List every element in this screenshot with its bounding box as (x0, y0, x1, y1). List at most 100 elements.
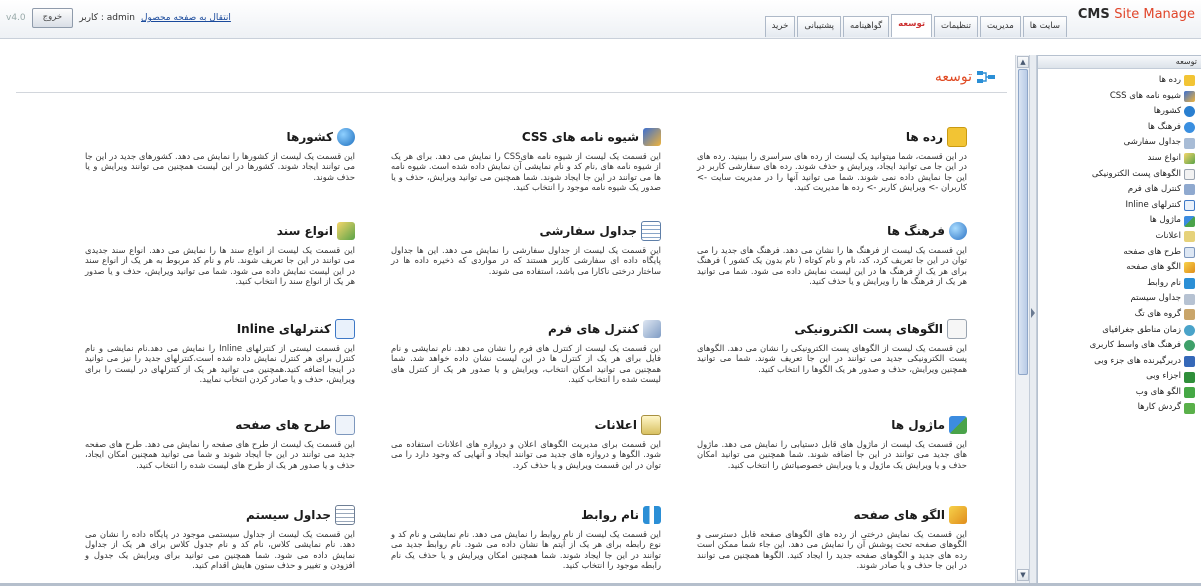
card-description: این قسمت یک لیست از کشورها را نمایش می د… (85, 151, 355, 182)
table-icon (641, 221, 661, 241)
card-modules: ماژول ها این قسمت یک لیست از ماژول های ق… (697, 414, 967, 470)
sidebar-item-label: اعلانات (1155, 230, 1181, 241)
sidebar-item-tag-groups[interactable]: گروه های تگ (1038, 307, 1195, 323)
card-title[interactable]: کنترلهای Inline (237, 322, 331, 336)
scroll-down-icon[interactable]: ▼ (1017, 569, 1029, 581)
tab-settings[interactable]: تنظیمات (934, 16, 978, 37)
card-description: این قسمت یک لیست از فرهنگ ها را نشان می … (697, 245, 967, 286)
card-title[interactable]: رده ها (906, 130, 943, 144)
tag-icon (1184, 309, 1195, 321)
card-title[interactable]: کنترل های فرم (548, 322, 639, 336)
tab-development[interactable]: توسعه (891, 14, 933, 37)
card-css-stylesheets: شیوه نامه های CSS این قسمت یک لیست از شی… (391, 126, 661, 192)
card-description: این قسمت لیستی از کنترلهای Inline را نما… (85, 343, 355, 384)
globe-icon (949, 222, 967, 240)
card-system-tables: جداول سیستم این قسمت یک لیست از جداول سی… (85, 504, 355, 570)
card-description: این قسمت یک لیست از کنترل های فرم را نشا… (391, 343, 661, 384)
card-title[interactable]: جداول سفارشی (539, 224, 637, 238)
pane-splitter[interactable] (1029, 55, 1037, 583)
card-title[interactable]: شیوه نامه های CSS (522, 130, 639, 144)
card-title[interactable]: جداول سیستم (246, 508, 331, 522)
card-page-layouts: طرح های صفحه این قسمت یک لیست از طرح های… (85, 414, 355, 470)
clock-icon (1184, 324, 1195, 336)
card-title[interactable]: انواع سند (277, 224, 333, 238)
sidebar-item-label: جداول سیستم (1130, 293, 1181, 304)
sidebar-item-label: رده ها (1158, 75, 1181, 85)
globe-icon (1184, 122, 1195, 134)
layout-icon (1184, 246, 1195, 258)
sidebar-item-custom-tables[interactable]: جداول سفارشی (1038, 135, 1195, 151)
sidebar-item-css-stylesheets[interactable]: شیوه نامه های CSS (1038, 89, 1195, 105)
sidebar-item-label: کنترل های فرم (1127, 184, 1181, 195)
sidebar-item-webpart-containers[interactable]: دربرگیرنده های جزء وبی (1038, 354, 1195, 370)
tab-buy[interactable]: خرید (764, 16, 796, 37)
card-title[interactable]: اعلانات (595, 418, 638, 432)
sidebar-item-notifications[interactable]: اعلانات (1038, 229, 1195, 245)
brand-site: Site Manage (1114, 7, 1195, 22)
folder-icon (947, 127, 967, 147)
card-description: این قسمت یک لیست از شیوه نامه هایCSS را … (391, 151, 662, 192)
development-icon (977, 71, 995, 83)
sidebar-item-web-templates[interactable]: الگو های وب (1038, 385, 1195, 401)
inline-control-icon (335, 319, 355, 339)
collapse-arrow-icon[interactable] (1031, 308, 1035, 318)
card-title[interactable]: کشورها (287, 130, 333, 144)
sidebar-item-countries[interactable]: کشورها (1038, 104, 1195, 120)
card-title[interactable]: الگوهای پست الکترونیکی (794, 322, 943, 336)
card-title[interactable]: فرهنگ ها (887, 224, 945, 238)
sidebar-item-label: گردش کارها (1137, 402, 1181, 413)
logout-button[interactable]: خروج (31, 8, 74, 28)
sidebar-item-label: اجزاء وبی (1146, 371, 1181, 382)
card-title[interactable]: نام روابط (581, 508, 639, 522)
sidebar-item-label: شیوه نامه های CSS (1109, 90, 1181, 101)
sidebar-item-inline-controls[interactable]: کنترلهای Inline (1038, 198, 1195, 214)
scroll-up-icon[interactable]: ▲ (1017, 56, 1029, 68)
scroll-thumb[interactable] (1018, 69, 1028, 375)
sidebar-item-label: فرهنگ های واسط کاربری (1089, 340, 1181, 351)
card-title[interactable]: طرح های صفحه (235, 418, 331, 432)
sidebar-item-label: طرح های صفحه (1123, 246, 1181, 257)
sidebar-item-document-types[interactable]: انواع سند (1038, 151, 1195, 167)
notification-icon (641, 415, 661, 435)
sidebar-item-page-templates[interactable]: الگو های صفحه (1038, 260, 1195, 276)
version-label: v4.0 (6, 13, 26, 23)
card-categories: رده ها در این قسمت، شما میتوانید یک لیست… (697, 126, 967, 192)
main-scrollbar[interactable]: ▲ ▼ (1015, 55, 1030, 583)
relation-icon (1184, 278, 1195, 290)
sidebar-item-page-layouts[interactable]: طرح های صفحه (1038, 245, 1195, 261)
inline-control-icon (1184, 200, 1195, 212)
sidebar-item-form-controls[interactable]: کنترل های فرم (1038, 182, 1195, 198)
document-icon (1184, 153, 1195, 165)
brush-icon (643, 128, 661, 146)
app-logo: CMS Site Manage (1078, 7, 1195, 22)
template-icon (949, 506, 967, 524)
sidebar-item-ui-cultures[interactable]: فرهنگ های واسط کاربری (1038, 338, 1195, 354)
tab-sites[interactable]: سایت ها (1022, 16, 1067, 37)
sidebar-item-label: دربرگیرنده های جزء وبی (1094, 355, 1181, 366)
card-description: این قسمت یک لیست از جداول سفارشی را نمای… (391, 245, 661, 276)
sidebar-item-webparts[interactable]: اجزاء وبی (1038, 369, 1195, 385)
sidebar-item-categories[interactable]: رده ها (1038, 73, 1195, 89)
sidebar-item-email-templates[interactable]: الگوهای پست الکترونیکی (1038, 167, 1195, 183)
home-link[interactable]: انتقال به صفحه محصول (141, 13, 231, 23)
card-title[interactable]: ماژول ها (891, 418, 945, 432)
card-description: این قسمت برای مدیریت الگوهای اعلان و درو… (391, 439, 661, 470)
sidebar-list: رده ها شیوه نامه های CSS کشورها فرهنگ ها… (1038, 69, 1201, 416)
sidebar-item-system-tables[interactable]: جداول سیستم (1038, 291, 1195, 307)
sidebar-item-relationship-names[interactable]: نام روابط (1038, 276, 1195, 292)
sidebar-item-time-zones[interactable]: زمان مناطق جغرافیای (1038, 323, 1195, 339)
tab-support[interactable]: پشتیبانی (797, 16, 842, 37)
sidebar-item-cultures[interactable]: فرهنگ ها (1038, 120, 1195, 136)
brand-cms: CMS (1077, 7, 1110, 22)
sidebar-item-modules[interactable]: ماژول ها (1038, 213, 1195, 229)
card-description: این قسمت یک لیست از ماژول های قابل دستیا… (697, 439, 967, 470)
card-title[interactable]: الگو های صفحه (854, 508, 945, 522)
table-icon (1184, 293, 1195, 305)
user-bar: v4.0 خروج کاربر : admin انتقال به صفحه م… (6, 8, 231, 28)
page-title-text: توسعه (934, 69, 972, 85)
tab-administration[interactable]: مدیریت (980, 16, 1021, 37)
card-countries: کشورها این قسمت یک لیست از کشورها را نما… (85, 126, 355, 182)
sidebar-item-workflows[interactable]: گردش کارها (1038, 400, 1195, 416)
tab-license[interactable]: گواهینامه (843, 16, 890, 37)
brush-icon (1184, 90, 1195, 102)
